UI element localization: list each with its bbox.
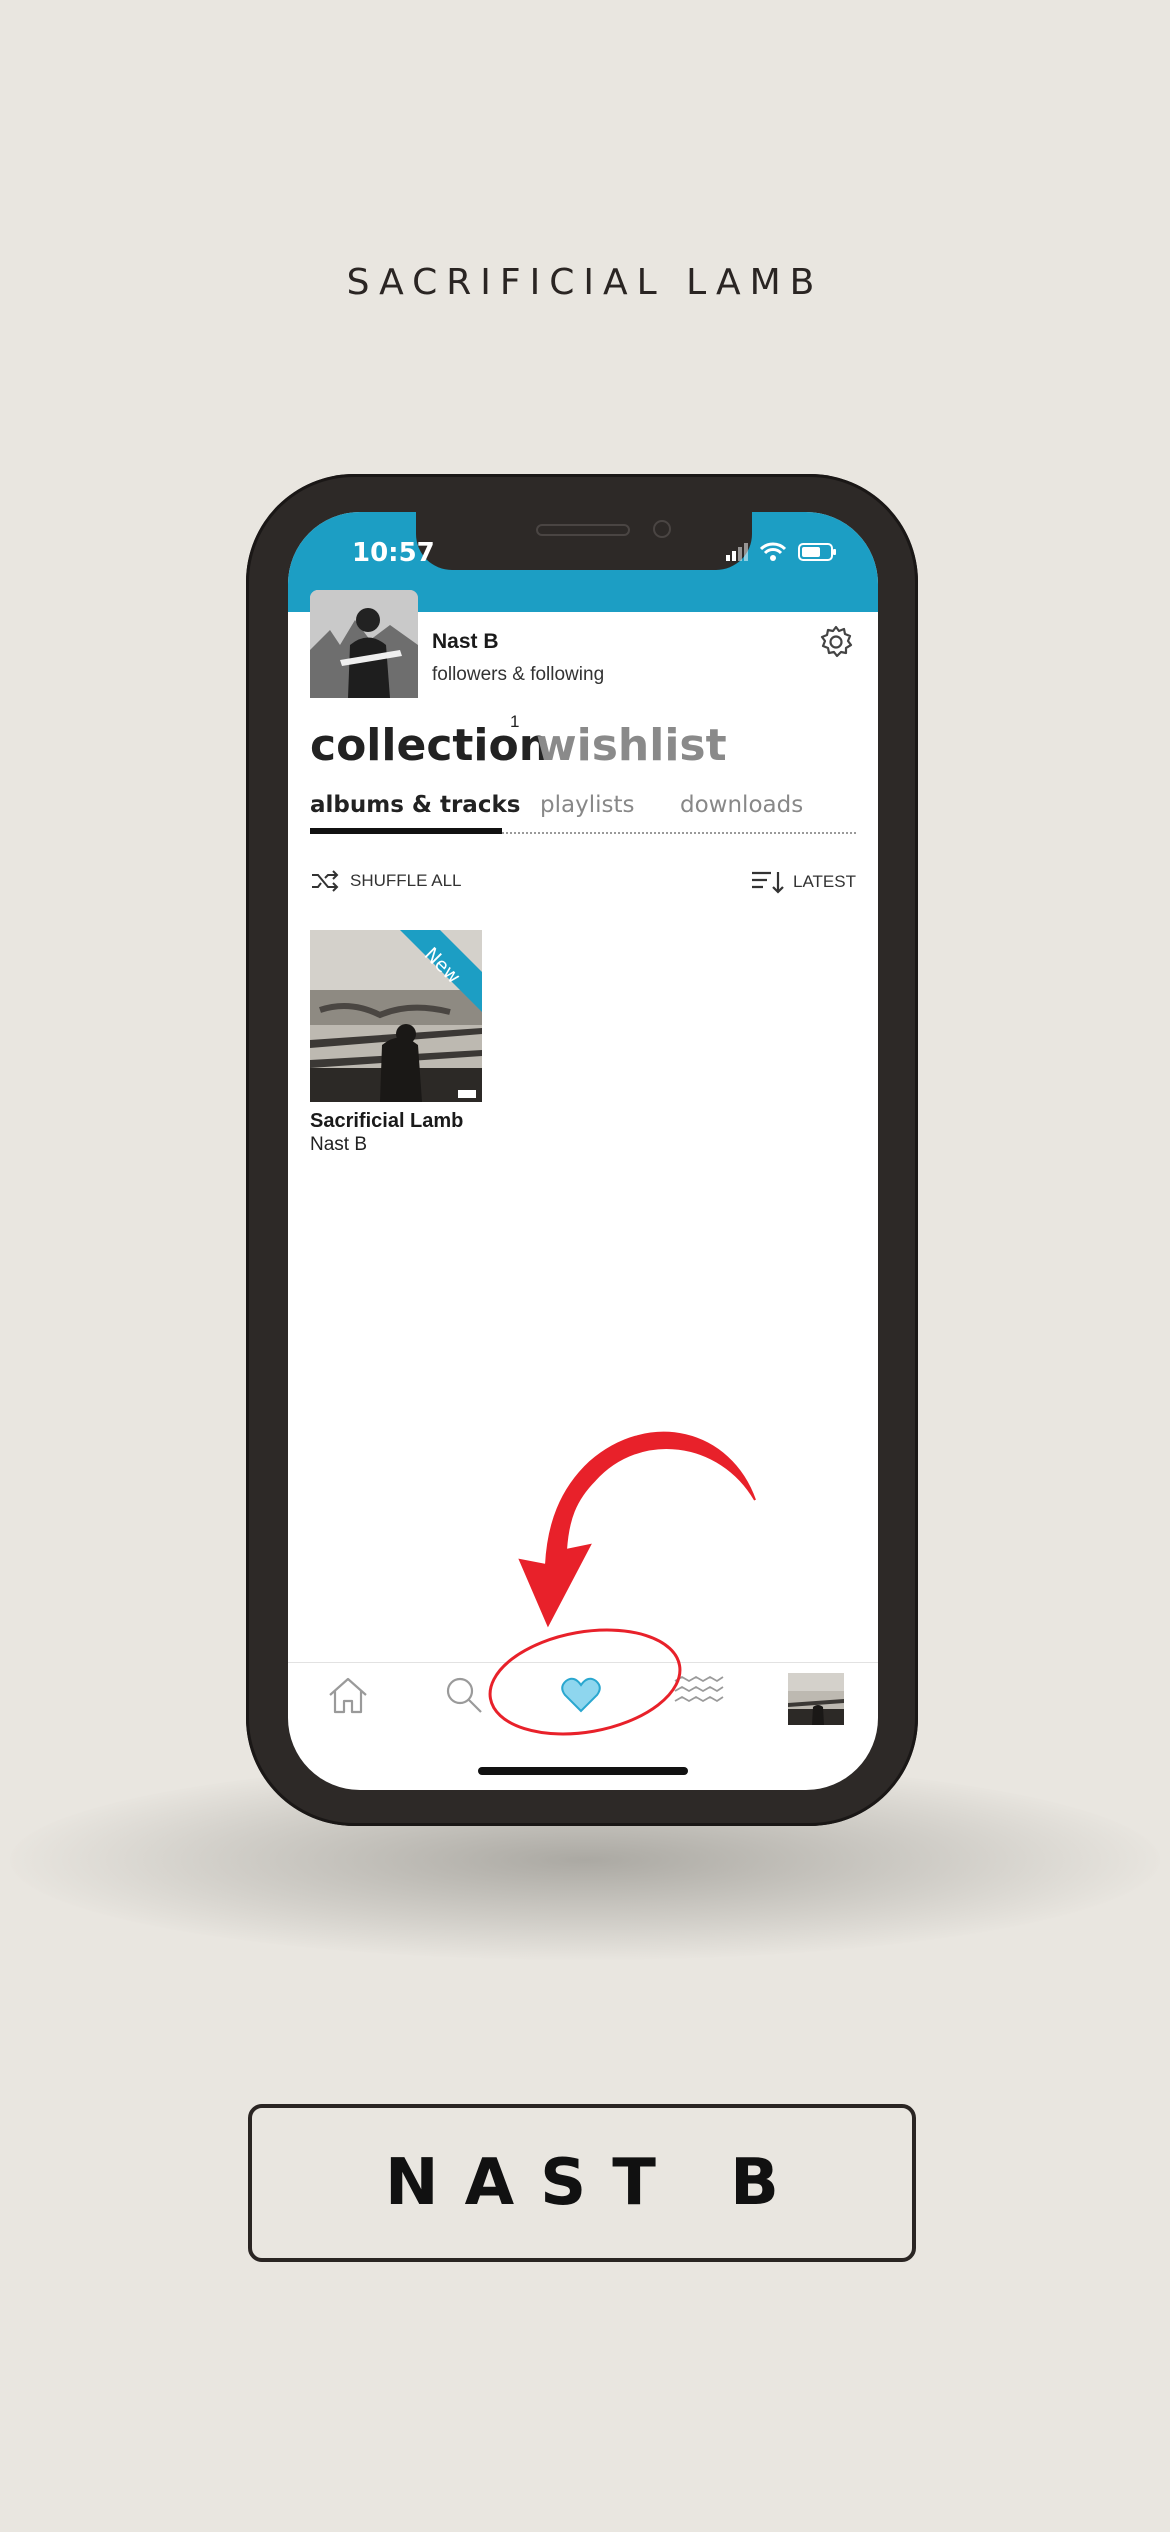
sub-tabs: albums & tracks playlists downloads <box>310 792 856 834</box>
home-indicator <box>478 1767 688 1775</box>
collection-count-badge: 1 <box>510 712 520 731</box>
profile-name[interactable]: Nast B <box>432 630 499 654</box>
page-title: SACRIFICIAL LAMB <box>346 262 824 303</box>
status-time: 10:57 <box>352 538 435 568</box>
notch <box>416 512 752 570</box>
shuffle-icon <box>312 870 339 892</box>
followers-link[interactable]: followers & following <box>432 664 604 686</box>
home-icon[interactable] <box>326 1675 370 1715</box>
artist-name-box: NAST B <box>248 2104 916 2262</box>
active-tab-indicator <box>310 828 502 834</box>
tab-albums-tracks[interactable]: albums & tracks <box>310 792 520 818</box>
wifi-icon <box>760 542 786 561</box>
sort-label: LATEST <box>793 872 856 891</box>
tab-wishlist[interactable]: wishlist <box>536 720 727 771</box>
cellular-icon <box>726 543 748 561</box>
gear-icon[interactable] <box>818 624 854 660</box>
artist-name: NAST B <box>385 2146 805 2220</box>
avatar-image <box>310 590 418 698</box>
search-icon[interactable] <box>444 1675 484 1715</box>
sort-icon <box>752 871 784 894</box>
tab-playlists[interactable]: playlists <box>540 792 634 818</box>
now-playing-thumbnail[interactable] <box>788 1673 844 1725</box>
shuffle-all-button[interactable]: SHUFFLE ALL <box>310 870 462 892</box>
album-title[interactable]: Sacrificial Lamb <box>310 1110 463 1133</box>
shuffle-all-label: SHUFFLE ALL <box>350 871 462 890</box>
speaker <box>536 524 630 536</box>
feed-icon[interactable] <box>674 1675 724 1711</box>
bottom-nav <box>288 1662 878 1743</box>
sort-button[interactable]: LATEST <box>751 870 856 894</box>
album-cover[interactable]: New <box>310 930 482 1102</box>
status-icons <box>726 542 838 562</box>
avatar[interactable] <box>310 590 418 698</box>
battery-icon <box>798 543 836 561</box>
phone-screen: 10:57 Nast B followers & following colle… <box>288 512 878 1790</box>
heart-icon[interactable] <box>560 1675 602 1715</box>
tab-downloads[interactable]: downloads <box>680 792 803 818</box>
album-artist[interactable]: Nast B <box>310 1134 367 1156</box>
camera <box>653 520 671 538</box>
album-cover-image: New <box>310 930 482 1102</box>
